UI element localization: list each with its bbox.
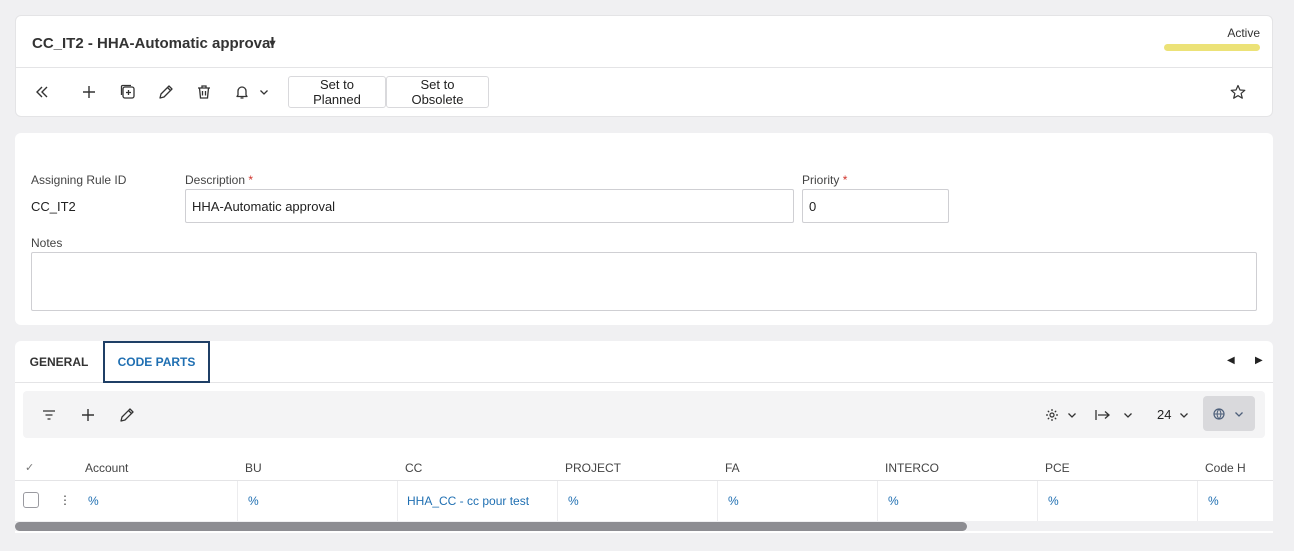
record-header: CC_IT2 - HHA-Automatic approval ▼ Active… — [15, 15, 1273, 117]
column-header-account[interactable]: Account — [85, 461, 128, 475]
view-mode-button[interactable] — [1203, 396, 1255, 431]
description-field[interactable] — [185, 189, 794, 223]
caret-down-icon[interactable]: ▼ — [267, 38, 278, 50]
table-cell: % — [558, 481, 718, 521]
horizontal-scrollbar[interactable] — [15, 521, 1273, 531]
table-cell: % — [1038, 481, 1198, 521]
tabs-section: GENERAL CODE PARTS ◀ ▶ 24 ✓ Account BU C… — [15, 341, 1273, 533]
table-row[interactable]: ⋮ % % HHA_CC - cc pour test % % % % % — [15, 481, 1273, 521]
required-mark: * — [248, 173, 254, 187]
column-header-interco[interactable]: INTERCO — [885, 461, 939, 475]
notes-field[interactable] — [31, 252, 1257, 311]
priority-label-text: Priority — [802, 173, 840, 187]
required-mark: * — [842, 173, 848, 187]
page-title: CC_IT2 - HHA-Automatic approval — [32, 35, 275, 52]
chevron-down-icon[interactable] — [1118, 405, 1138, 425]
cell-pce[interactable]: % — [1048, 494, 1059, 508]
row-checkbox[interactable] — [23, 492, 39, 508]
chevron-down-icon[interactable] — [1174, 405, 1194, 425]
double-chevron-left-icon[interactable] — [32, 82, 52, 102]
chevron-down-icon[interactable] — [1062, 405, 1082, 425]
status-label: Active — [1227, 26, 1260, 40]
page-size-value[interactable]: 24 — [1157, 407, 1171, 422]
cell-fa[interactable]: % — [728, 494, 739, 508]
star-icon[interactable] — [1228, 82, 1248, 102]
duplicate-icon[interactable] — [118, 82, 138, 102]
tab-code-parts[interactable]: CODE PARTS — [103, 341, 210, 383]
cell-account[interactable]: % — [88, 494, 99, 508]
scrollbar-thumb[interactable] — [15, 522, 967, 531]
table-cell: % — [238, 481, 398, 521]
cell-code-h[interactable]: % — [1208, 494, 1219, 508]
column-header-fa[interactable]: FA — [725, 461, 740, 475]
chevron-down-icon — [1229, 404, 1249, 424]
tab-general[interactable]: GENERAL — [15, 341, 103, 383]
globe-icon — [1209, 404, 1229, 424]
grid-toolbar: 24 — [23, 391, 1265, 438]
filter-icon[interactable] — [39, 405, 59, 425]
cell-bu[interactable]: % — [248, 494, 259, 508]
chevron-down-icon[interactable] — [254, 82, 274, 102]
pencil-icon[interactable] — [117, 405, 137, 425]
tab-scroll-left-icon[interactable]: ◀ — [1227, 355, 1235, 366]
rule-id-label: Assigning Rule ID — [31, 173, 127, 187]
description-label-text: Description — [185, 173, 246, 187]
grid-header: ✓ Account BU CC PROJECT FA INTERCO PCE C… — [15, 447, 1273, 481]
table-cell: % — [718, 481, 878, 521]
priority-field[interactable] — [802, 189, 949, 223]
column-header-bu[interactable]: BU — [245, 461, 262, 475]
priority-label: Priority * — [802, 173, 847, 187]
tab-scroll-right-icon[interactable]: ▶ — [1255, 355, 1263, 366]
action-toolbar: Set to Planned Set to Obsolete — [16, 68, 1272, 117]
title-row: CC_IT2 - HHA-Automatic approval ▼ Active — [16, 16, 1272, 68]
set-to-planned-button[interactable]: Set to Planned — [288, 76, 386, 108]
cell-cc[interactable]: HHA_CC - cc pour test — [407, 494, 529, 508]
tab-strip: GENERAL CODE PARTS ◀ ▶ — [15, 341, 1273, 383]
cell-interco[interactable]: % — [888, 494, 899, 508]
arrow-right-to-line-icon[interactable] — [1093, 405, 1113, 425]
table-cell: HHA_CC - cc pour test — [398, 481, 558, 521]
column-header-pce[interactable]: PCE — [1045, 461, 1070, 475]
select-all-checkmark[interactable]: ✓ — [25, 461, 34, 474]
table-cell: % — [878, 481, 1038, 521]
column-header-code-h[interactable]: Code H — [1205, 461, 1246, 475]
table-cell: % — [78, 481, 238, 521]
notes-label: Notes — [31, 236, 63, 250]
pencil-icon[interactable] — [156, 82, 176, 102]
column-header-cc[interactable]: CC — [405, 461, 422, 475]
bell-icon[interactable] — [232, 82, 252, 102]
row-menu-icon[interactable]: ⋮ — [59, 493, 71, 507]
form-section: Assigning Rule ID CC_IT2 Description * P… — [15, 133, 1273, 325]
gear-icon[interactable] — [1042, 405, 1062, 425]
add-row-icon[interactable] — [78, 405, 98, 425]
cell-project[interactable]: % — [568, 494, 579, 508]
column-header-project[interactable]: PROJECT — [565, 461, 621, 475]
plus-icon[interactable] — [79, 82, 99, 102]
rule-id-value: CC_IT2 — [31, 199, 76, 214]
trash-icon[interactable] — [194, 82, 214, 102]
status-bar — [1164, 44, 1260, 51]
table-cell: % — [1198, 481, 1273, 521]
description-label: Description * — [185, 173, 253, 187]
set-to-obsolete-button[interactable]: Set to Obsolete — [386, 76, 489, 108]
